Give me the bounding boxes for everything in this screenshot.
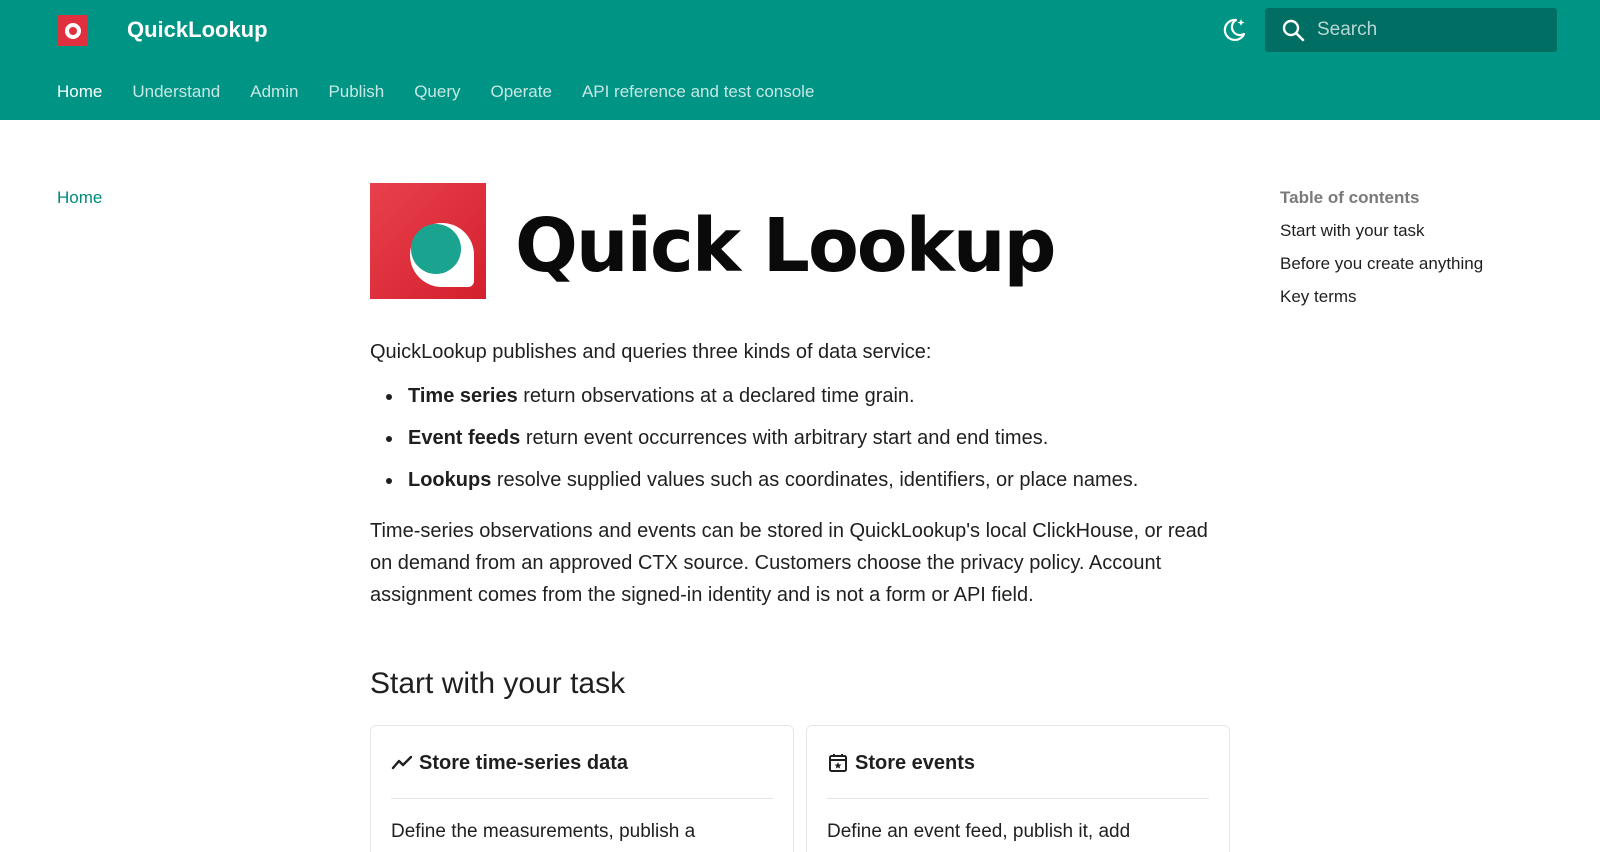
- toc-title: Table of contents: [1280, 188, 1420, 207]
- service-list: Time series return observations at a dec…: [370, 381, 1230, 495]
- primary-nav: Home Understand Admin Publish Query Oper…: [57, 78, 844, 106]
- trend-line-icon: [391, 755, 413, 770]
- card-description: Define an event feed, publish it, add: [827, 821, 1131, 842]
- calendar-star-icon: [829, 754, 847, 772]
- sidebar-item-home[interactable]: Home: [57, 186, 102, 210]
- site-name[interactable]: QuickLookup: [127, 16, 268, 44]
- card-description: Define the measurements, publish a: [391, 821, 696, 842]
- nav-tab-understand[interactable]: Understand: [132, 78, 220, 106]
- hero-wordmark: Quick Lookup: [515, 203, 1056, 289]
- table-of-contents: Table of contents Start with your task B…: [1280, 186, 1580, 318]
- site-logo-icon[interactable]: [57, 15, 88, 46]
- quicklookup-logo-icon: [370, 183, 486, 299]
- card-title: Store time-series data: [419, 752, 628, 774]
- task-cards: Store time-series data Define the measur…: [370, 725, 1230, 852]
- nav-tab-api-reference[interactable]: API reference and test console: [582, 78, 814, 106]
- storage-paragraph: Time-series observations and events can …: [370, 520, 1208, 606]
- list-item: Lookups resolve supplied values such as …: [370, 465, 1230, 495]
- toc-item-key-terms[interactable]: Key terms: [1280, 285, 1580, 309]
- search-icon: [1282, 19, 1305, 42]
- section-heading-start-with-task: Start with your task: [370, 667, 626, 700]
- main-content: Quick Lookup QuickLookup publishes and q…: [370, 183, 1230, 852]
- hero-logo: Quick Lookup: [370, 183, 1230, 301]
- nav-tab-operate[interactable]: Operate: [491, 78, 552, 106]
- toc-item-before-you-create[interactable]: Before you create anything: [1280, 252, 1580, 276]
- intro-text: QuickLookup publishes and queries three …: [370, 341, 932, 363]
- card-title: Store events: [855, 752, 976, 774]
- card-divider: [827, 798, 1209, 799]
- search-input[interactable]: [1317, 8, 1547, 52]
- dark-mode-toggle-icon[interactable]: [1220, 16, 1248, 44]
- top-header: QuickLookup Home Understand Admin Publis…: [0, 0, 1600, 120]
- nav-tab-admin[interactable]: Admin: [250, 78, 298, 106]
- nav-tab-query[interactable]: Query: [414, 78, 460, 106]
- nav-tab-publish[interactable]: Publish: [328, 78, 384, 106]
- list-item: Time series return observations at a dec…: [370, 381, 1230, 411]
- task-card-events[interactable]: Store events Define an event feed, publi…: [806, 725, 1230, 852]
- nav-tab-home[interactable]: Home: [57, 78, 102, 106]
- list-item: Event feeds return event occurrences wit…: [370, 423, 1230, 453]
- task-card-time-series[interactable]: Store time-series data Define the measur…: [370, 725, 794, 852]
- search-box[interactable]: [1265, 8, 1557, 52]
- card-divider: [391, 798, 773, 799]
- toc-item-start-with-task[interactable]: Start with your task: [1280, 219, 1580, 243]
